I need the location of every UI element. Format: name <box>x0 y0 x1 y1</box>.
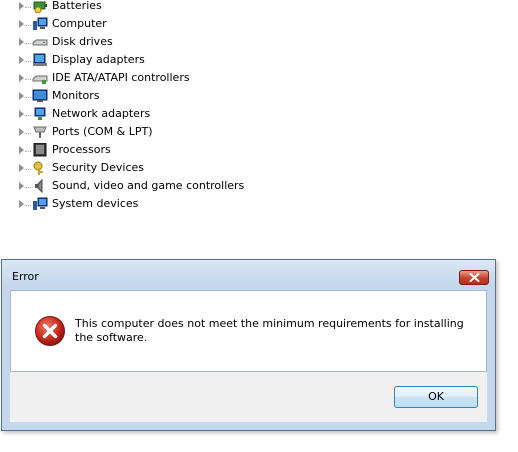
tree-item-label: Ports (COM & LPT) <box>52 125 153 138</box>
tree-item-network-adapters[interactable]: Network adapters <box>0 105 518 123</box>
error-dialog: Error This computer does not meet the mi… <box>1 259 496 431</box>
expand-arrow-icon[interactable] <box>19 38 24 46</box>
tree-connector <box>25 151 31 152</box>
expand-arrow-icon[interactable] <box>19 182 24 190</box>
expand-arrow-icon[interactable] <box>19 200 24 208</box>
tree-item-label: Disk drives <box>52 35 113 48</box>
processor-icon <box>33 143 47 157</box>
ide-controller-icon <box>32 75 48 84</box>
expand-arrow-icon[interactable] <box>19 146 24 154</box>
tree-connector <box>25 7 31 8</box>
tree-item-label: Processors <box>52 143 111 156</box>
expand-arrow-icon[interactable] <box>19 164 24 172</box>
tree-item-label: System devices <box>52 197 139 210</box>
tree-connector <box>25 43 31 44</box>
tree-item-label: Computer <box>52 17 107 30</box>
dialog-body: This computer does not meet the minimum … <box>10 290 487 372</box>
tree-item-computer[interactable]: Computer <box>0 15 518 33</box>
tree-item-batteries[interactable]: Batteries <box>0 0 518 15</box>
display-adapter-icon <box>33 53 47 66</box>
tree-item-disk-drives[interactable]: Disk drives <box>0 33 518 51</box>
tree-item-label: Display adapters <box>52 53 145 66</box>
tree-item-ports[interactable]: Ports (COM & LPT) <box>0 123 518 141</box>
expand-arrow-icon[interactable] <box>19 20 24 28</box>
tree-item-security-devices[interactable]: Security Devices <box>0 159 518 177</box>
network-adapter-icon <box>34 107 46 120</box>
security-key-icon <box>33 161 43 175</box>
expand-arrow-icon[interactable] <box>19 110 24 118</box>
tree-item-ide-controllers[interactable]: IDE ATA/ATAPI controllers <box>0 69 518 87</box>
tree-connector <box>25 115 31 116</box>
tree-item-system-devices[interactable]: System devices <box>0 195 518 213</box>
expand-arrow-icon[interactable] <box>19 56 24 64</box>
dialog-titlebar[interactable]: Error <box>2 260 495 288</box>
system-devices-icon <box>33 197 48 210</box>
expand-arrow-icon[interactable] <box>19 128 24 136</box>
expand-arrow-icon[interactable] <box>19 2 24 10</box>
error-message: This computer does not meet the minimum … <box>75 317 464 344</box>
ok-button[interactable]: OK <box>394 386 478 408</box>
monitor-icon <box>32 89 48 102</box>
close-icon <box>469 273 480 282</box>
tree-item-processors[interactable]: Processors <box>0 141 518 159</box>
tree-item-label: Sound, video and game controllers <box>52 179 245 192</box>
dialog-title: Error <box>12 270 39 283</box>
battery-icon <box>33 1 47 13</box>
disk-drive-icon <box>32 39 48 46</box>
tree-connector <box>25 205 31 206</box>
tree-connector <box>25 61 31 62</box>
dialog-footer: OK <box>10 372 487 422</box>
tree-item-monitors[interactable]: Monitors <box>0 87 518 105</box>
tree-item-label: IDE ATA/ATAPI controllers <box>52 71 190 84</box>
tree-connector <box>25 25 31 26</box>
device-tree: Batteries Computer Disk drives Display a… <box>0 0 518 213</box>
tree-item-sound-controllers[interactable]: Sound, video and game controllers <box>0 177 518 195</box>
tree-item-label: Batteries <box>52 0 102 12</box>
tree-item-display-adapters[interactable]: Display adapters <box>0 51 518 69</box>
tree-connector <box>25 187 31 188</box>
speaker-icon <box>35 179 43 193</box>
tree-item-label: Security Devices <box>52 161 145 174</box>
tree-connector <box>25 169 31 170</box>
expand-arrow-icon[interactable] <box>19 74 24 82</box>
port-icon <box>33 126 47 138</box>
tree-connector <box>25 97 31 98</box>
close-button[interactable] <box>459 270 489 285</box>
error-icon <box>35 316 65 346</box>
computer-icon <box>33 17 48 30</box>
tree-item-label: Network adapters <box>52 107 151 120</box>
tree-item-label: Monitors <box>52 89 100 102</box>
tree-connector <box>25 79 31 80</box>
tree-connector <box>25 133 31 134</box>
expand-arrow-icon[interactable] <box>19 92 24 100</box>
